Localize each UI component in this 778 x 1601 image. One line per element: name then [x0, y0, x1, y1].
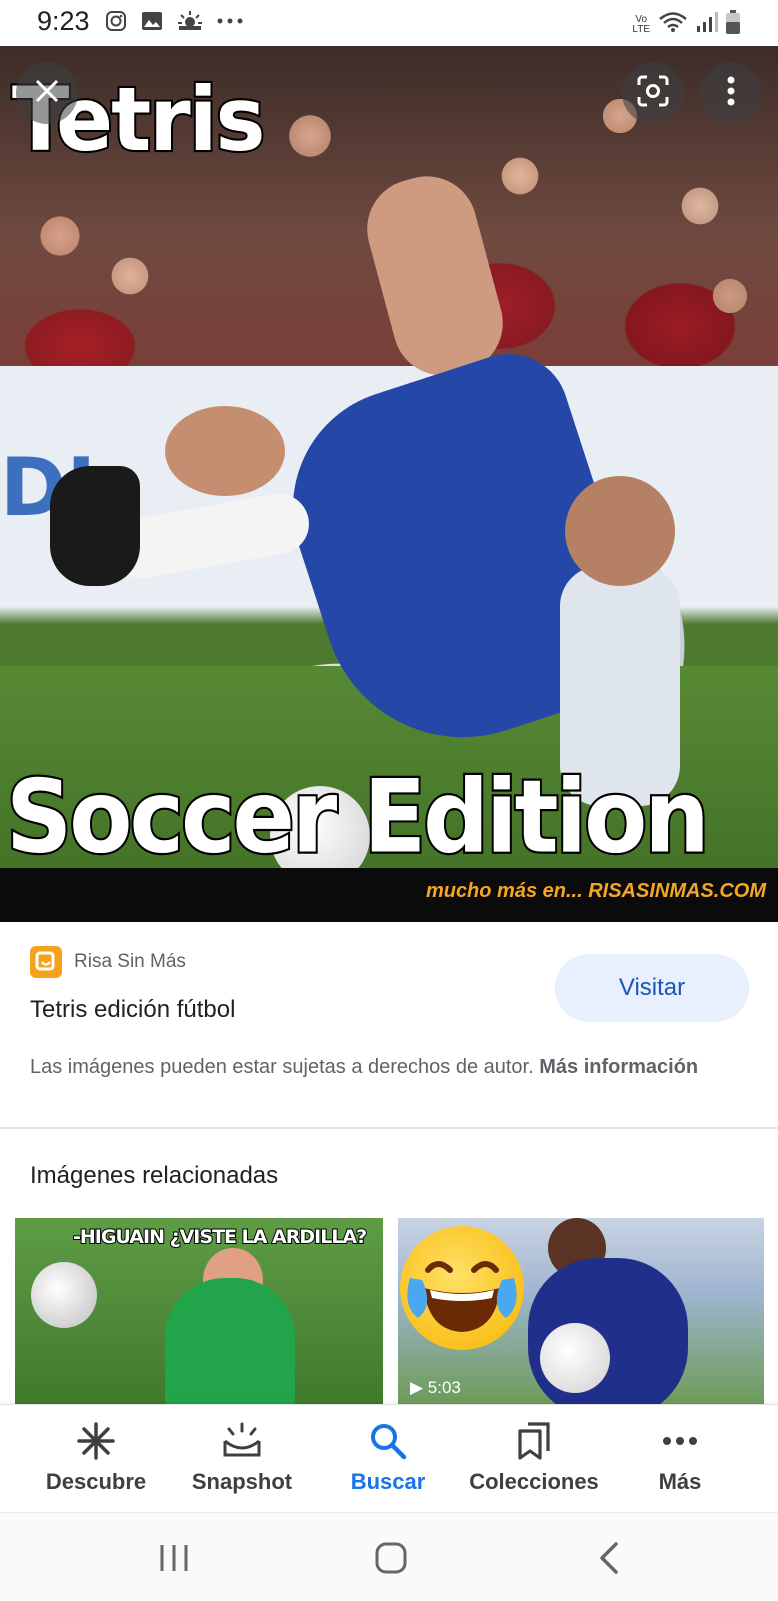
nav-item-mas[interactable]: Más — [605, 1417, 755, 1495]
player-head — [565, 476, 675, 586]
nav-label: Snapshot — [191, 1469, 293, 1494]
snapshot-icon — [167, 1417, 317, 1465]
volte-indicator: Vo LTE — [632, 13, 650, 35]
wifi-icon — [658, 11, 688, 38]
thumbnail-caption: -HIGUAIN ¿VISTE LA ARDILLA? — [72, 1225, 368, 1249]
nav-label: Buscar — [350, 1469, 426, 1494]
close-icon — [34, 78, 60, 109]
more-horiz-icon — [605, 1417, 755, 1465]
instagram-icon — [105, 10, 127, 32]
nav-item-buscar[interactable]: Buscar — [313, 1417, 463, 1495]
credit-bar: mucho más en... RISASINMAS.COM — [0, 868, 778, 922]
lens-button[interactable] — [622, 62, 684, 124]
nav-label: Colecciones — [469, 1469, 599, 1494]
notification-icons — [105, 10, 243, 32]
bottom-navigation: Descubre Snapshot Buscar Colecciones Más — [0, 1404, 778, 1513]
back-button[interactable] — [598, 1541, 620, 1580]
back-icon — [600, 1542, 618, 1574]
more-vert-icon — [727, 76, 735, 111]
source-row[interactable]: Risa Sin Más — [30, 946, 186, 978]
lens-icon — [636, 74, 670, 113]
copyright-text: Las imágenes pueden estar sujetas a dere… — [30, 1056, 534, 1078]
nav-label: Descubre — [45, 1469, 147, 1494]
recent-apps-button[interactable] — [158, 1543, 190, 1578]
soccer-ball — [31, 1262, 97, 1328]
player-boot — [50, 466, 140, 586]
risa-sin-mas-logo-icon — [30, 946, 62, 978]
copyright-notice: Las imágenes pueden estar sujetas a dere… — [30, 1052, 730, 1082]
status-time: 9:23 — [37, 6, 90, 36]
nav-item-snapshot[interactable]: Snapshot — [167, 1417, 317, 1495]
more-info-link[interactable]: Más información — [539, 1056, 698, 1078]
search-icon — [313, 1417, 463, 1465]
source-name: Risa Sin Más — [74, 951, 186, 972]
related-video-thumbnail[interactable]: ▶ 5:03 — [398, 1218, 764, 1404]
image-credit: mucho más en... RISASINMAS.COM — [425, 880, 766, 902]
asterisk-icon — [21, 1417, 171, 1465]
player-head-upside — [165, 406, 285, 496]
visit-button[interactable]: Visitar — [555, 954, 749, 1022]
system-navigation-bar — [0, 1512, 778, 1601]
home-button[interactable] — [374, 1541, 408, 1580]
nav-item-descubre[interactable]: Descubre — [21, 1417, 171, 1495]
overflow-menu-button[interactable] — [700, 62, 762, 124]
result-title[interactable]: Tetris edición fútbol — [30, 996, 235, 1024]
weather-icon — [177, 10, 203, 32]
nav-item-colecciones[interactable]: Colecciones — [459, 1417, 609, 1495]
nav-label: Más — [658, 1469, 702, 1494]
related-image-thumbnail[interactable]: -HIGUAIN ¿VISTE LA ARDILLA? — [15, 1218, 383, 1404]
bookmarks-icon — [459, 1417, 609, 1465]
status-bar: 9:23 Vo LTE — [0, 0, 778, 46]
related-images-heading: Imágenes relacionadas — [30, 1162, 279, 1189]
laughing-emoji-icon — [400, 1226, 524, 1350]
video-duration: ▶ 5:03 — [410, 1378, 461, 1397]
recent-apps-icon — [160, 1545, 188, 1571]
system-status-icons: Vo LTE — [632, 10, 740, 39]
goalkeeper-figure — [165, 1278, 295, 1404]
soccer-ball — [540, 1323, 610, 1393]
section-divider — [0, 1127, 778, 1129]
close-button[interactable] — [16, 62, 78, 124]
gallery-icon — [141, 10, 163, 32]
home-icon — [375, 1542, 407, 1574]
signal-icon — [696, 11, 718, 38]
preview-image[interactable]: DI Tetris Soccer Edition mucho más en...… — [0, 46, 778, 922]
more-notifications-icon — [217, 17, 243, 25]
meme-bottom-text: Soccer Edition — [4, 756, 712, 878]
battery-icon — [726, 10, 740, 39]
